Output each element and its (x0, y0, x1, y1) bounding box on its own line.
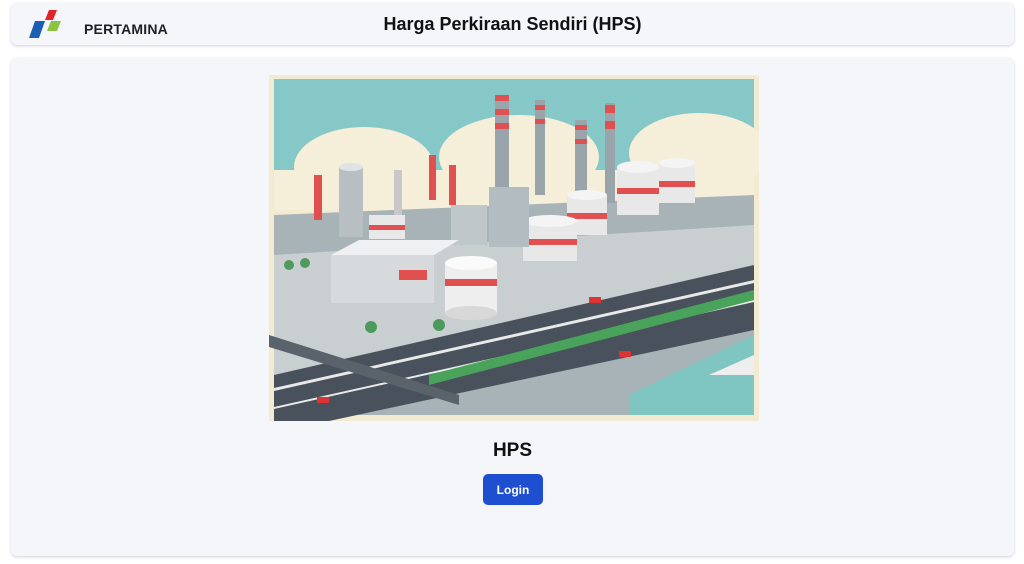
app-title: HPS (492, 440, 533, 461)
main-panel: HPS Login (11, 58, 1014, 556)
hero-image (269, 75, 759, 421)
login-button[interactable]: Login (483, 474, 543, 505)
top-header: PERTAMINA Harga Perkiraan Sendiri (HPS) (11, 3, 1014, 45)
page-title: Harga Perkiraan Sendiri (HPS) (383, 14, 642, 34)
